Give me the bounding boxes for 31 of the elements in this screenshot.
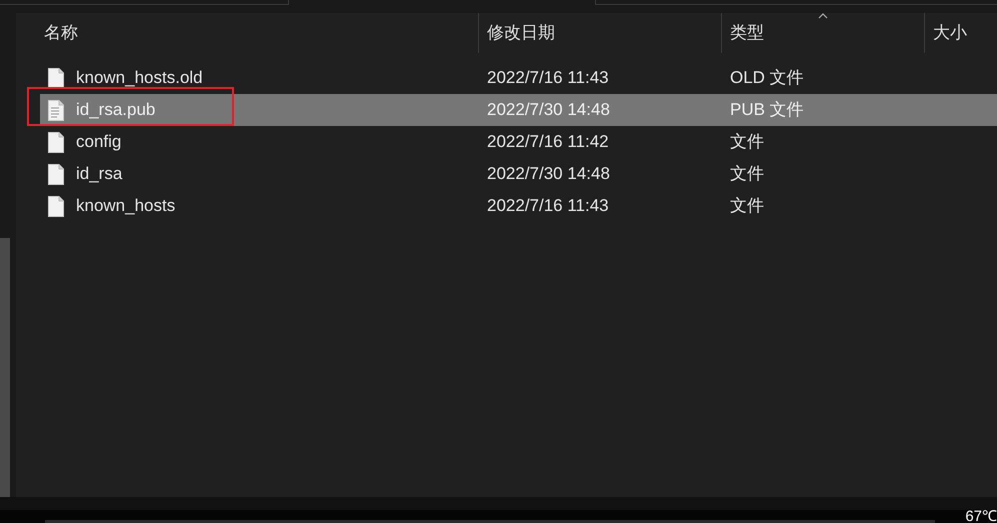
file-icon — [48, 164, 64, 184]
column-header[interactable]: 名称 — [44, 20, 78, 46]
file-type: 文件 — [730, 164, 764, 183]
file-icon — [48, 196, 64, 216]
column-header[interactable]: 大小 — [933, 20, 967, 46]
file-icon — [48, 68, 64, 88]
file-type: 文件 — [730, 132, 764, 151]
file-row[interactable]: config 2022/7/16 11:42 文件 — [40, 126, 997, 158]
file-row[interactable]: known_hosts 2022/7/16 11:43 文件 — [40, 190, 997, 222]
file-row[interactable]: known_hosts.old 2022/7/16 11:43 OLD 文件 — [40, 62, 997, 94]
modified-date: 2022/7/16 11:42 — [487, 132, 609, 151]
file-name: id_rsa — [76, 164, 122, 183]
file-row[interactable]: id_rsa 2022/7/30 14:48 文件 — [40, 158, 997, 190]
file-type: 文件 — [730, 196, 764, 215]
modified-date: 2022/7/30 14:48 — [487, 100, 610, 119]
temperature-text: 67℃ — [965, 510, 997, 523]
text-file-icon — [48, 100, 64, 120]
file-name: known_hosts — [76, 196, 176, 215]
modified-date: 2022/7/16 11:43 — [487, 68, 609, 87]
file-type: PUB 文件 — [730, 100, 804, 119]
file-name: config — [76, 132, 122, 151]
modified-date: 2022/7/16 11:43 — [487, 196, 609, 215]
file-row[interactable]: id_rsa.pub 2022/7/30 14:48 PUB 文件 — [40, 94, 997, 126]
column-header[interactable]: 类型 — [730, 20, 764, 46]
file-name: id_rsa.pub — [76, 100, 156, 119]
scrollbar-thumb[interactable] — [0, 238, 10, 497]
file-type: OLD 文件 — [730, 68, 804, 87]
modified-date: 2022/7/30 14:48 — [487, 164, 610, 183]
column-header[interactable]: 修改日期 — [487, 20, 555, 46]
file-name: known_hosts.old — [76, 68, 203, 87]
file-icon — [48, 132, 64, 152]
